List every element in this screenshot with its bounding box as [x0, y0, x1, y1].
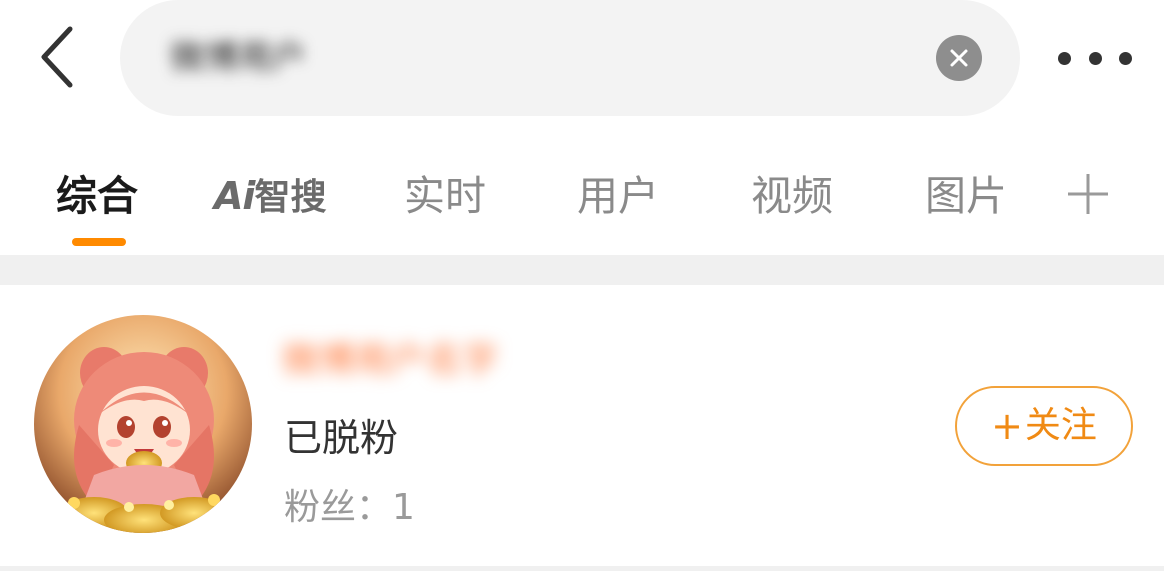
user-status: 已脱粉	[284, 416, 399, 460]
avatar-illustration	[34, 315, 252, 533]
tab-images[interactable]: 图片	[925, 168, 1007, 224]
user-name[interactable]: 微博用户名字	[282, 338, 498, 384]
tab-users[interactable]: 用户	[577, 168, 659, 224]
search-input-value[interactable]: 微博用户	[170, 34, 306, 82]
fans-count: 粉丝：1	[284, 482, 415, 534]
plus-icon	[1068, 174, 1108, 214]
ai-logo-text: Ai	[214, 174, 255, 218]
more-dots-icon	[1058, 51, 1071, 65]
clear-search-button[interactable]	[936, 35, 982, 81]
avatar[interactable]	[34, 315, 252, 533]
plus-icon: +	[991, 404, 1023, 448]
follow-button-label: 关注	[1024, 405, 1097, 446]
tab-videos[interactable]: 视频	[751, 168, 833, 224]
back-button[interactable]	[28, 22, 88, 92]
fans-value: 1	[392, 487, 415, 528]
add-tab-button[interactable]	[1066, 172, 1110, 216]
active-tab-indicator	[72, 238, 126, 246]
search-bar[interactable]: 微博用户	[120, 0, 1020, 116]
section-divider	[0, 255, 1164, 285]
bottom-divider	[0, 566, 1164, 571]
fans-label: 粉丝：	[284, 487, 393, 528]
follow-button[interactable]: + 关注	[955, 386, 1133, 466]
close-icon	[950, 49, 968, 67]
tab-ai-search[interactable]: Ai智搜	[214, 168, 326, 224]
ai-search-label: 智搜	[254, 177, 327, 218]
chevron-left-icon	[41, 26, 73, 88]
tab-realtime[interactable]: 实时	[404, 168, 486, 224]
tab-comprehensive[interactable]: 综合	[56, 168, 138, 224]
tab-bar: 综合 Ai智搜 实时 用户 视频 图片	[0, 150, 1164, 250]
more-options-button[interactable]	[1058, 40, 1132, 76]
